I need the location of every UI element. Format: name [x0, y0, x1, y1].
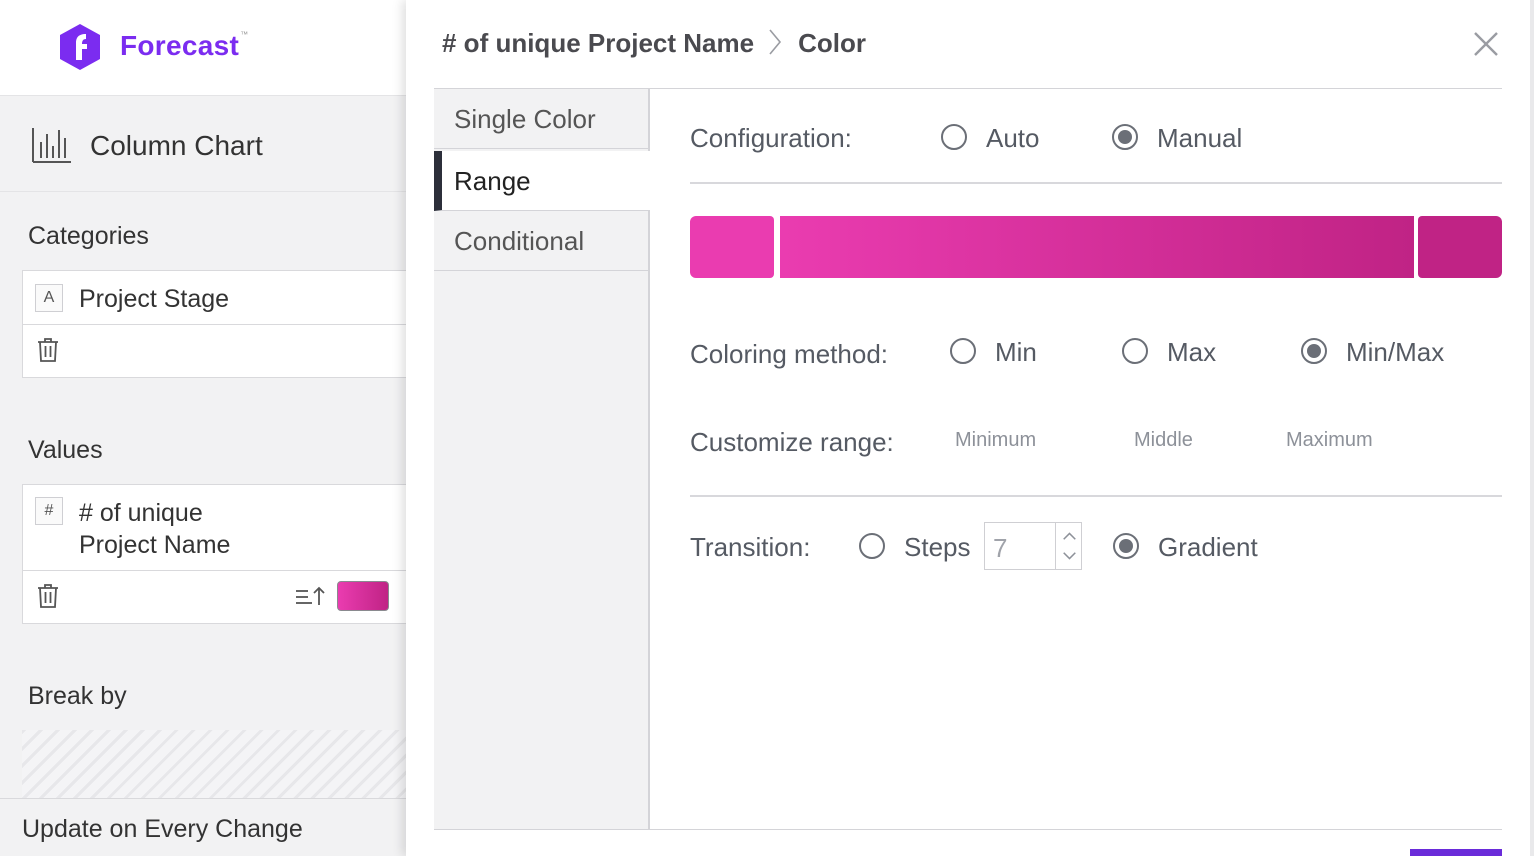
config-manual-label[interactable]: Manual — [1157, 123, 1242, 154]
configuration-label: Configuration: — [690, 123, 852, 153]
color-swatch-button[interactable] — [337, 581, 389, 611]
update-on-change-label: Update on Every Change — [22, 815, 303, 843]
config-auto-radio[interactable] — [941, 124, 967, 150]
transition-steps-radio[interactable] — [859, 533, 885, 559]
break-by-title: Break by — [28, 682, 127, 710]
forecast-logo-icon — [60, 24, 100, 70]
value-field-label-line1: # of unique — [79, 499, 203, 527]
config-auto-label[interactable]: Auto — [986, 123, 1040, 154]
background-edge — [1530, 0, 1534, 856]
transition-label: Transition: — [690, 532, 811, 562]
gradient-start-color[interactable] — [690, 216, 774, 278]
customize-range-label: Customize range: — [690, 427, 894, 457]
steps-value: 7 — [993, 533, 1008, 563]
range-settings-pane: Configuration: Auto Manual Coloring meth… — [690, 89, 1502, 829]
color-settings-modal: # of unique Project Name Color Single Col… — [406, 0, 1530, 856]
stepper-arrows-icon[interactable] — [1055, 523, 1083, 569]
sort-ascending-icon[interactable] — [295, 585, 327, 609]
transition-gradient-label[interactable]: Gradient — [1158, 532, 1258, 563]
gradient-preview-bar — [780, 216, 1414, 278]
transition-gradient-radio[interactable] — [1113, 533, 1139, 559]
category-field-row[interactable]: A Project Stage — [23, 271, 421, 325]
gradient-end-color[interactable] — [1418, 216, 1502, 278]
break-by-drop-zone[interactable] — [22, 730, 406, 798]
color-settings-content: Single Color Range Conditional Configura… — [434, 88, 1502, 830]
category-field-card: A Project Stage — [22, 270, 433, 378]
method-minmax-radio[interactable] — [1301, 338, 1327, 364]
logo-bar: Forecast™ — [0, 0, 406, 96]
category-field-label: Project Stage — [79, 285, 230, 313]
range-minimum-input[interactable]: Minimum — [955, 429, 1036, 452]
values-title: Values — [28, 436, 103, 464]
number-type-icon: # — [35, 497, 63, 525]
update-on-change-bar[interactable]: Update on Every Change — [0, 798, 406, 856]
method-min-label[interactable]: Min — [995, 337, 1037, 368]
tab-conditional[interactable]: Conditional — [434, 211, 648, 271]
range-maximum-input[interactable]: Maximum — [1286, 429, 1373, 452]
brand-name: Forecast™ — [120, 30, 249, 61]
chevron-right-icon — [769, 29, 782, 55]
trash-icon[interactable] — [37, 337, 59, 363]
categories-section: Categories A Project Stage — [0, 194, 433, 398]
range-middle-input[interactable]: Middle — [1134, 429, 1193, 452]
method-max-label[interactable]: Max — [1167, 337, 1216, 368]
coloring-method-label: Coloring method: — [690, 339, 888, 369]
breadcrumb-field-name[interactable]: # of unique Project Name — [442, 28, 754, 58]
method-minmax-label[interactable]: Min/Max — [1346, 337, 1444, 368]
breadcrumb: # of unique Project Name Color — [442, 28, 866, 59]
close-icon[interactable] — [1472, 30, 1500, 58]
text-type-icon: A — [35, 284, 63, 312]
primary-action-button[interactable] — [1410, 849, 1502, 856]
breadcrumb-current: Color — [798, 28, 866, 58]
chart-editor-panel: Forecast™ Column Chart Categories A Proj… — [0, 0, 433, 856]
method-min-radio[interactable] — [950, 338, 976, 364]
values-section: Values # # of unique Project Name — [0, 406, 433, 644]
tab-single-color[interactable]: Single Color — [434, 89, 648, 149]
categories-title: Categories — [28, 222, 149, 250]
value-field-row[interactable]: # # of unique Project Name — [23, 485, 421, 571]
chart-type-selector[interactable]: Column Chart — [0, 98, 406, 192]
color-mode-tabs: Single Color Range Conditional — [434, 89, 650, 829]
chart-type-label: Column Chart — [90, 130, 263, 161]
config-manual-radio[interactable] — [1112, 124, 1138, 150]
tab-range[interactable]: Range — [434, 151, 650, 211]
category-field-actions — [23, 325, 433, 377]
divider — [690, 182, 1502, 184]
transition-steps-label[interactable]: Steps — [904, 532, 971, 563]
trash-icon[interactable] — [37, 583, 59, 609]
value-field-actions — [23, 571, 433, 623]
method-max-radio[interactable] — [1122, 338, 1148, 364]
steps-number-input[interactable]: 7 — [984, 522, 1082, 570]
value-field-card: # # of unique Project Name — [22, 484, 433, 624]
divider — [690, 495, 1502, 497]
column-chart-icon — [32, 128, 71, 163]
value-field-label-line2: Project Name — [79, 531, 231, 559]
